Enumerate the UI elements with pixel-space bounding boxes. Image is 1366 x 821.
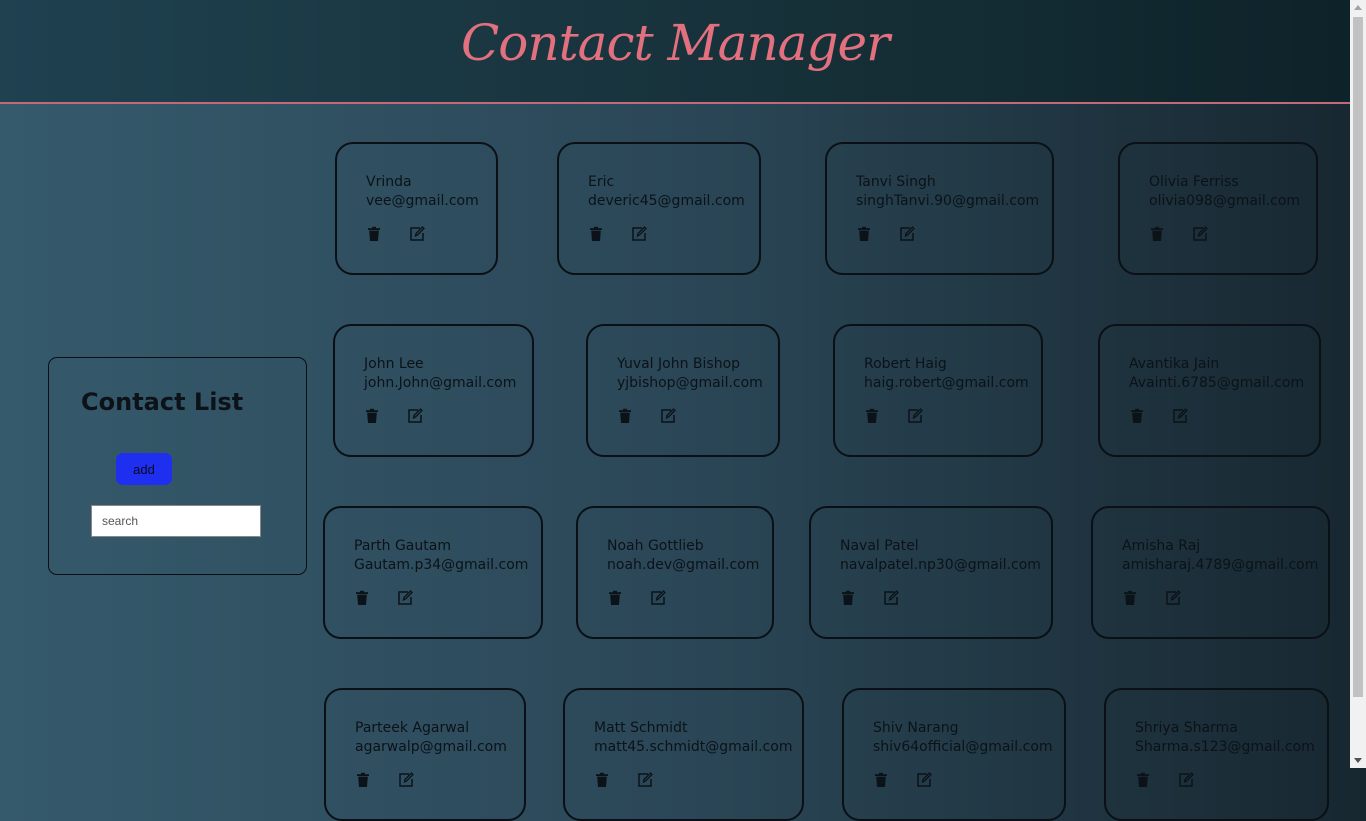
- contact-name: Matt Schmidt: [594, 720, 688, 736]
- contact-email: agarwalp@gmail.com: [355, 739, 507, 755]
- contact-card: Avantika Jain Avainti.6785@gmail.com: [1098, 324, 1321, 457]
- contact-name: Vrinda: [366, 174, 412, 190]
- contact-email: navalpatel.np30@gmail.com: [840, 557, 1041, 573]
- trash-icon[interactable]: [840, 590, 856, 606]
- app-title: Contact Manager: [461, 14, 890, 72]
- edit-icon[interactable]: [1172, 408, 1188, 424]
- contact-name: Amisha Raj: [1122, 538, 1201, 554]
- contact-email: john.John@gmail.com: [364, 375, 517, 391]
- contact-name: Robert Haig: [864, 356, 947, 372]
- trash-icon[interactable]: [864, 408, 880, 424]
- contact-list-heading: Contact List: [81, 388, 244, 416]
- contact-email: olivia098@gmail.com: [1149, 193, 1301, 209]
- contact-card: John Lee john.John@gmail.com: [333, 324, 534, 457]
- contact-card: Olivia Ferriss olivia098@gmail.com: [1118, 142, 1318, 275]
- contact-email: Gautam.p34@gmail.com: [354, 557, 529, 573]
- contact-list-panel: Contact List add: [48, 357, 307, 575]
- trash-icon[interactable]: [364, 408, 380, 424]
- edit-icon[interactable]: [631, 226, 647, 242]
- contact-card: Naval Patel navalpatel.np30@gmail.com: [809, 506, 1053, 639]
- contact-name: Olivia Ferriss: [1149, 174, 1239, 190]
- trash-icon[interactable]: [856, 226, 872, 242]
- edit-icon[interactable]: [407, 408, 423, 424]
- contact-name: Eric: [588, 174, 615, 190]
- contact-email: amisharaj.4789@gmail.com: [1122, 557, 1319, 573]
- contact-email: deveric45@gmail.com: [588, 193, 745, 209]
- trash-icon[interactable]: [354, 590, 370, 606]
- contact-name: John Lee: [364, 356, 424, 372]
- edit-icon[interactable]: [637, 772, 653, 788]
- scroll-up-arrow-icon[interactable]: [1354, 5, 1362, 10]
- contact-email: yjbishop@gmail.com: [617, 375, 763, 391]
- contact-email: Sharma.s123@gmail.com: [1135, 739, 1315, 755]
- edit-icon[interactable]: [907, 408, 923, 424]
- contact-card: Vrinda vee@gmail.com: [335, 142, 498, 275]
- contact-email: noah.dev@gmail.com: [607, 557, 760, 573]
- contact-card: Parth Gautam Gautam.p34@gmail.com: [323, 506, 543, 639]
- edit-icon[interactable]: [883, 590, 899, 606]
- app-header: Contact Manager: [0, 0, 1350, 104]
- trash-icon[interactable]: [594, 772, 610, 788]
- contact-name: Tanvi Singh: [856, 174, 936, 190]
- contact-card: Matt Schmidt matt45.schmidt@gmail.com: [563, 688, 804, 821]
- contact-name: Shiv Narang: [873, 720, 959, 736]
- contact-card: Tanvi Singh singhTanvi.90@gmail.com: [825, 142, 1054, 275]
- trash-icon[interactable]: [1122, 590, 1138, 606]
- contact-card: Amisha Raj amisharaj.4789@gmail.com: [1091, 506, 1330, 639]
- contact-email: haig.robert@gmail.com: [864, 375, 1029, 391]
- contact-email: Avainti.6785@gmail.com: [1129, 375, 1305, 391]
- trash-icon[interactable]: [873, 772, 889, 788]
- edit-icon[interactable]: [650, 590, 666, 606]
- edit-icon[interactable]: [397, 590, 413, 606]
- edit-icon[interactable]: [409, 226, 425, 242]
- trash-icon[interactable]: [617, 408, 633, 424]
- trash-icon[interactable]: [366, 226, 382, 242]
- contact-card: Noah Gottlieb noah.dev@gmail.com: [576, 506, 774, 639]
- edit-icon[interactable]: [1192, 226, 1208, 242]
- trash-icon[interactable]: [1135, 772, 1151, 788]
- search-input[interactable]: [91, 505, 261, 537]
- trash-icon[interactable]: [607, 590, 623, 606]
- scroll-down-arrow-icon[interactable]: [1354, 758, 1362, 763]
- contact-name: Parth Gautam: [354, 538, 451, 554]
- contact-name: Naval Patel: [840, 538, 919, 554]
- contact-name: Noah Gottlieb: [607, 538, 704, 554]
- trash-icon[interactable]: [355, 772, 371, 788]
- contact-email: singhTanvi.90@gmail.com: [856, 193, 1040, 209]
- vertical-scrollbar[interactable]: [1350, 0, 1366, 768]
- contact-email: shiv64official@gmail.com: [873, 739, 1053, 755]
- contact-card: Eric deveric45@gmail.com: [557, 142, 761, 275]
- contact-card: Yuval John Bishop yjbishop@gmail.com: [586, 324, 780, 457]
- contact-card: Robert Haig haig.robert@gmail.com: [833, 324, 1043, 457]
- contact-name: Avantika Jain: [1129, 356, 1220, 372]
- trash-icon[interactable]: [1149, 226, 1165, 242]
- contact-card: Parteek Agarwal agarwalp@gmail.com: [324, 688, 526, 821]
- trash-icon[interactable]: [1129, 408, 1145, 424]
- contact-email: vee@gmail.com: [366, 193, 479, 209]
- contact-name: Shriya Sharma: [1135, 720, 1238, 736]
- edit-icon[interactable]: [916, 772, 932, 788]
- edit-icon[interactable]: [899, 226, 915, 242]
- contact-card: Shiv Narang shiv64official@gmail.com: [842, 688, 1066, 821]
- contact-card: Shriya Sharma Sharma.s123@gmail.com: [1104, 688, 1329, 821]
- edit-icon[interactable]: [660, 408, 676, 424]
- edit-icon[interactable]: [398, 772, 414, 788]
- edit-icon[interactable]: [1178, 772, 1194, 788]
- contact-name: Parteek Agarwal: [355, 720, 470, 736]
- scrollbar-thumb[interactable]: [1353, 17, 1363, 697]
- contact-name: Yuval John Bishop: [617, 356, 741, 372]
- edit-icon[interactable]: [1165, 590, 1181, 606]
- trash-icon[interactable]: [588, 226, 604, 242]
- contact-email: matt45.schmidt@gmail.com: [594, 739, 793, 755]
- add-contact-button[interactable]: add: [116, 453, 172, 485]
